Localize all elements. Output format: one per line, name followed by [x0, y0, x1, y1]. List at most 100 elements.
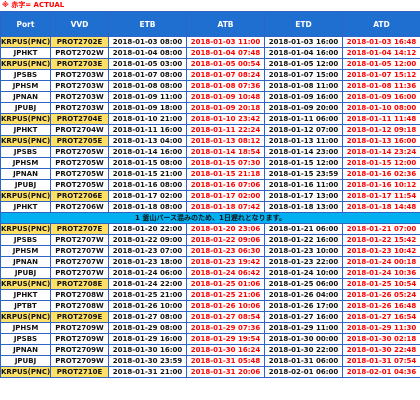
cell-etd: 2018-01-05 12:00 [264, 58, 343, 70]
cell-port: KRPUS(PNC) [0, 366, 51, 378]
cell-atb: 2018-01-29 19:54 [186, 333, 265, 345]
cell-atd: 2018-01-31 07:54 [342, 355, 420, 367]
cell-etd: 2018-01-26 04:00 [264, 289, 343, 301]
cell-etb: 2018-01-11 16:00 [108, 124, 187, 136]
cell-atb: 2018-01-09 20:18 [186, 102, 265, 114]
table-row: JPNAN PROT2707W 2018-01-23 18:00 2018-01-23… [0, 256, 420, 268]
cell-etd: 2018-01-13 11:00 [264, 135, 343, 147]
cell-atd: 2018-01-11 11:48 [342, 113, 420, 125]
legend-note: ※ 赤字= ACTUAL [2, 1, 65, 9]
cell-atd: 2018-01-10 08:00 [342, 102, 420, 114]
column-header-etb: ETB [108, 11, 187, 37]
cell-atb: 2018-01-29 07:36 [186, 322, 265, 334]
cell-port: JPSBS [0, 69, 51, 81]
cell-vvd: PROT2707W [50, 245, 109, 257]
cell-etd: 2018-01-23 10:00 [264, 245, 343, 257]
cell-etd: 2018-01-23 22:00 [264, 256, 343, 268]
cell-port: JPUBJ [0, 102, 51, 114]
table-row: KRPUS(PNC) PROT2708E 2018-01-24 22:00 2018-… [0, 278, 420, 290]
table-row: KRPUS(PNC) PROT2703E 2018-01-05 03:00 2018-… [0, 58, 420, 70]
cell-atd: 2018-01-29 11:30 [342, 322, 420, 334]
cell-atb: 2018-01-15 21:18 [186, 168, 265, 180]
cell-port: JPNAN [0, 344, 51, 356]
cell-vvd: PROT2708W [50, 289, 109, 301]
cell-atd: 2018-01-05 12:00 [342, 58, 420, 70]
cell-atd: 2018-01-26 16:48 [342, 300, 420, 312]
cell-etd: 2018-01-31 06:00 [264, 355, 343, 367]
cell-atb: 2018-01-09 10:48 [186, 91, 265, 103]
cell-atd: 2018-01-24 00:18 [342, 256, 420, 268]
column-header-port: Port [0, 11, 51, 37]
notice-row: 1 釜山バース混みのため、1日遅れとなります。 [0, 212, 420, 224]
cell-port: JPUBJ [0, 267, 51, 279]
table-row: KRPUS(PNC) PROT2705E 2018-01-13 04:00 2018-… [0, 135, 420, 147]
cell-atb: 2018-01-07 08:24 [186, 69, 265, 81]
cell-atd: 2018-01-24 10:36 [342, 267, 420, 279]
table-row: JPHKT PROT2704W 2018-01-11 16:00 2018-01-11… [0, 124, 420, 136]
cell-atd: 2018-01-16 10:12 [342, 179, 420, 191]
cell-atb: 2018-01-18 07:42 [186, 201, 265, 213]
cell-atb: 2018-01-17 02:00 [186, 190, 265, 202]
cell-etb: 2018-01-10 21:00 [108, 113, 187, 125]
cell-atd: 2018-01-12 09:18 [342, 124, 420, 136]
table-row: KRPUS(PNC) PROT2709E 2018-01-27 08:00 2018-… [0, 311, 420, 323]
table-row: JPHSM PROT2709W 2018-01-29 08:00 2018-01-29… [0, 322, 420, 334]
cell-etb: 2018-01-14 16:00 [108, 146, 187, 158]
cell-etb: 2018-01-29 08:00 [108, 322, 187, 334]
table-row: JPHSM PROT2707W 2018-01-23 07:00 2018-01-23… [0, 245, 420, 257]
cell-vvd: PROT2706E [50, 190, 109, 202]
cell-atd: 2018-01-16 02:36 [342, 168, 420, 180]
vessel-schedule-table: Port VVD ETB ATB ETD ATD KRPUS(PNC) PROT2… [0, 11, 420, 378]
column-header-atb: ATB [186, 11, 265, 37]
cell-etd: 2018-01-18 13:00 [264, 201, 343, 213]
cell-vvd: PROT2708W [50, 300, 109, 312]
cell-port: JPSBS [0, 234, 51, 246]
cell-etd: 2018-01-08 11:00 [264, 80, 343, 92]
cell-atb: 2018-01-23 19:42 [186, 256, 265, 268]
cell-etb: 2018-01-24 06:00 [108, 267, 187, 279]
cell-etb: 2018-01-04 08:00 [108, 47, 187, 59]
table-row: JPUBJ PROT2703W 2018-01-09 18:00 2018-01-09… [0, 102, 420, 114]
cell-etd: 2018-01-14 23:00 [264, 146, 343, 158]
cell-port: JPNAN [0, 256, 51, 268]
table-row: JPSBS PROT2707W 2018-01-22 09:00 2018-01-22… [0, 234, 420, 246]
table-row: KRPUS(PNC) PROT2704E 2018-01-10 21:00 2018-… [0, 113, 420, 125]
notice-text: 1 釜山バース混みのため、1日遅れとなります。 [0, 212, 420, 224]
cell-etd: 2018-01-11 06:00 [264, 113, 343, 125]
cell-etb: 2018-01-23 07:00 [108, 245, 187, 257]
cell-etb: 2018-01-09 11:00 [108, 91, 187, 103]
cell-etd: 2018-01-04 16:00 [264, 47, 343, 59]
cell-etb: 2018-01-24 22:00 [108, 278, 187, 290]
cell-etd: 2018-01-12 07:00 [264, 124, 343, 136]
cell-etb: 2018-01-23 18:00 [108, 256, 187, 268]
cell-atd: 2018-01-30 22:48 [342, 344, 420, 356]
cell-atd: 2018-01-17 11:54 [342, 190, 420, 202]
cell-atb: 2018-01-20 23:06 [186, 223, 265, 235]
cell-atb: 2018-01-22 09:06 [186, 234, 265, 246]
cell-atb: 2018-01-13 08:12 [186, 135, 265, 147]
cell-port: KRPUS(PNC) [0, 311, 51, 323]
cell-atb: 2018-01-15 07:30 [186, 157, 265, 169]
table-row: JPNAN PROT2709W 2018-01-30 16:00 2018-01-30… [0, 344, 420, 356]
cell-etb: 2018-01-31 21:00 [108, 366, 187, 378]
cell-atd: 2018-01-30 02:18 [342, 333, 420, 345]
cell-vvd: PROT2707W [50, 234, 109, 246]
table-header-row: Port VVD ETB ATB ETD ATD [0, 11, 420, 37]
cell-atb: 2018-01-31 05:48 [186, 355, 265, 367]
cell-port: KRPUS(PNC) [0, 113, 51, 125]
cell-atb: 2018-01-26 10:06 [186, 300, 265, 312]
cell-vvd: PROT2704E [50, 113, 109, 125]
cell-atb: 2018-01-27 08:54 [186, 311, 265, 323]
cell-vvd: PROT2702W [50, 47, 109, 59]
cell-port: KRPUS(PNC) [0, 190, 51, 202]
cell-port: KRPUS(PNC) [0, 58, 51, 70]
cell-port: KRPUS(PNC) [0, 135, 51, 147]
cell-atb: 2018-01-10 23:42 [186, 113, 265, 125]
table-row: JPNAN PROT2703W 2018-01-09 11:00 2018-01-09… [0, 91, 420, 103]
cell-atd: 2018-01-27 16:54 [342, 311, 420, 323]
cell-atd: 2018-01-13 16:00 [342, 135, 420, 147]
cell-etd: 2018-01-15 12:00 [264, 157, 343, 169]
cell-atd: 2018-01-22 15:42 [342, 234, 420, 246]
cell-etd: 2018-01-24 10:00 [264, 267, 343, 279]
cell-vvd: PROT2702E [50, 36, 109, 48]
